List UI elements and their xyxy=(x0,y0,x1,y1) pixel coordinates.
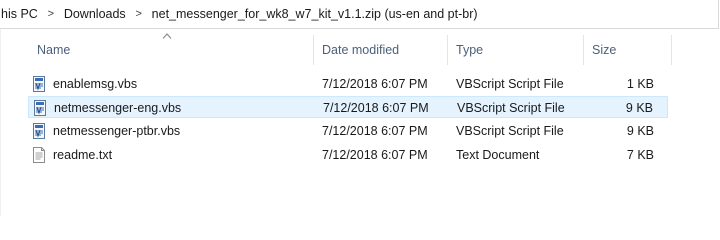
file-size: 9 KB xyxy=(625,101,653,115)
column-header-row: Name Date modified Type Size xyxy=(0,29,720,69)
text-file-icon xyxy=(33,147,45,163)
address-bar[interactable]: his PC > Downloads > net_messenger_for_w… xyxy=(0,0,719,29)
column-divider[interactable] xyxy=(671,35,672,65)
file-size: 1 KB xyxy=(626,77,654,91)
column-divider[interactable] xyxy=(583,35,584,65)
file-type: VBScript Script File xyxy=(457,101,565,115)
file-size: 7 KB xyxy=(626,148,654,162)
column-header-size[interactable]: Size xyxy=(592,43,616,57)
file-name: readme.txt xyxy=(53,148,113,162)
file-name: netmessenger-ptbr.vbs xyxy=(53,124,181,138)
file-row-readme[interactable]: readme.txt 7/12/2018 6:07 PM Text Docume… xyxy=(28,144,668,166)
breadcrumb-chevron-icon[interactable]: > xyxy=(44,8,58,20)
file-name: enablemsg.vbs xyxy=(53,77,138,91)
breadcrumb-chevron-icon[interactable]: > xyxy=(132,8,146,20)
file-name: netmessenger-eng.vbs xyxy=(54,101,182,115)
vbscript-file-icon xyxy=(33,76,45,92)
file-type: VBScript Script File xyxy=(456,124,564,138)
file-date-modified: 7/12/2018 6:07 PM xyxy=(323,101,429,115)
file-row-netmessenger-ptbr[interactable]: netmessenger-ptbr.vbs 7/12/2018 6:07 PM … xyxy=(28,120,668,142)
file-size: 9 KB xyxy=(626,124,654,138)
file-type: VBScript Script File xyxy=(456,77,564,91)
breadcrumb-downloads[interactable]: Downloads xyxy=(62,7,128,21)
column-header-type[interactable]: Type xyxy=(456,43,483,57)
breadcrumb-this-pc[interactable]: his PC xyxy=(0,7,40,21)
file-date-modified: 7/12/2018 6:07 PM xyxy=(322,148,428,162)
breadcrumb-zip-folder[interactable]: net_messenger_for_wk8_w7_kit_v1.1.zip (u… xyxy=(150,7,480,21)
column-header-date-modified[interactable]: Date modified xyxy=(322,43,399,57)
file-date-modified: 7/12/2018 6:07 PM xyxy=(322,77,428,91)
column-divider[interactable] xyxy=(313,35,314,65)
address-bar-divider xyxy=(718,0,719,29)
vbscript-file-icon xyxy=(34,100,46,116)
column-divider[interactable] xyxy=(447,35,448,65)
file-row-enablemsg[interactable]: enablemsg.vbs 7/12/2018 6:07 PM VBScript… xyxy=(28,73,668,95)
file-type: Text Document xyxy=(456,148,540,162)
column-header-name[interactable]: Name xyxy=(37,43,70,57)
sort-ascending-icon xyxy=(162,33,172,39)
file-explorer-window: his PC > Downloads > net_messenger_for_w… xyxy=(0,0,720,216)
file-row-netmessenger-eng[interactable]: netmessenger-eng.vbs 7/12/2018 6:07 PM V… xyxy=(28,96,668,118)
file-date-modified: 7/12/2018 6:07 PM xyxy=(322,124,428,138)
vbscript-file-icon xyxy=(33,123,45,139)
